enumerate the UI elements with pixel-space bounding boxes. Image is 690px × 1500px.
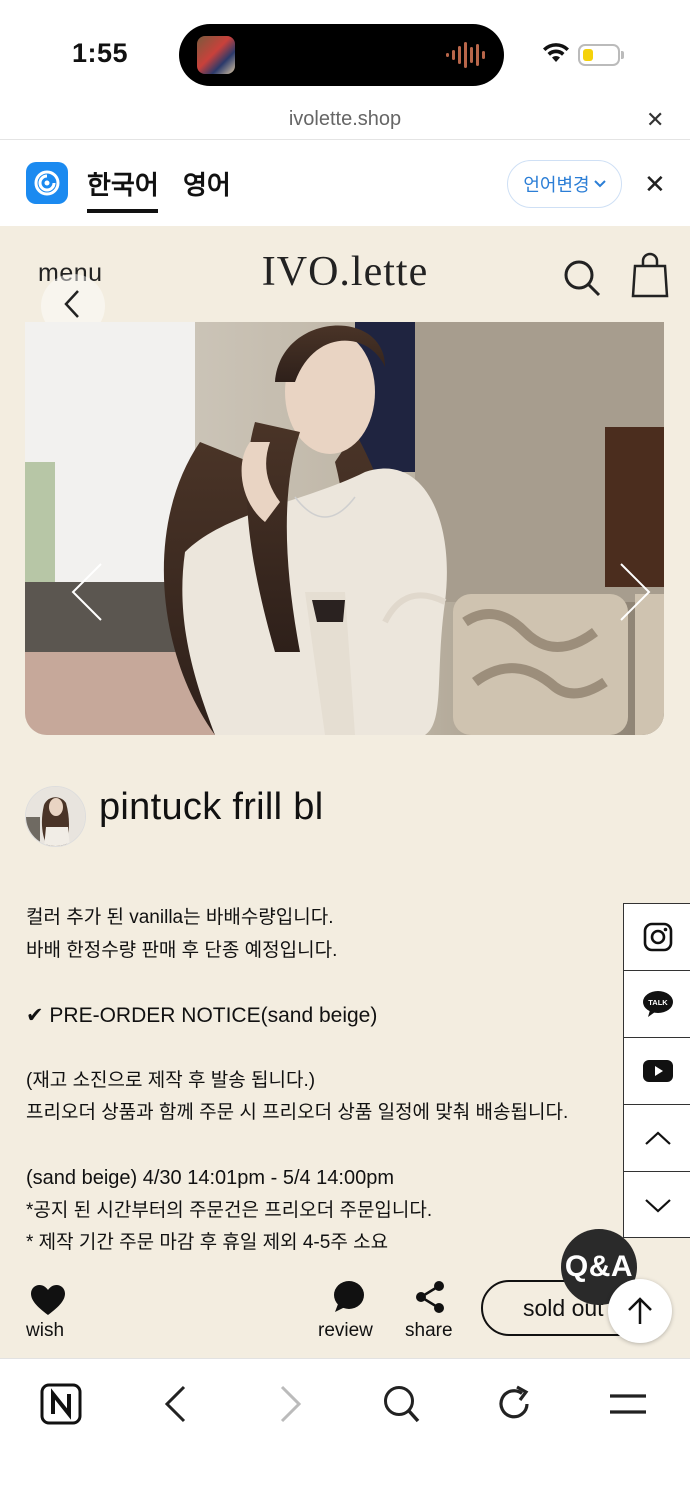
- change-language-button[interactable]: 언어변경: [507, 160, 622, 208]
- status-bar: 1:55: [0, 0, 690, 100]
- kakaotalk-link[interactable]: TALK: [624, 971, 690, 1038]
- shop-page: menu IVO.lette pintuck frill bl 컬러 추가 된 …: [0, 226, 690, 1358]
- status-time: 1:55: [72, 38, 129, 68]
- battery-nub: [621, 51, 624, 59]
- carousel-next-icon[interactable]: [615, 560, 655, 624]
- battery-icon: [578, 44, 620, 66]
- now-playing-artwork: [197, 36, 235, 74]
- youtube-icon: [642, 1060, 673, 1082]
- site-header: menu IVO.lette: [0, 226, 690, 338]
- share-icon[interactable]: [414, 1280, 446, 1314]
- naver-home-icon[interactable]: [40, 1383, 82, 1425]
- scroll-up-button[interactable]: [624, 1105, 690, 1172]
- description-line: 프리오더 상품과 함께 주문 시 프리오더 상품 일정에 맞춰 배송됩니다.: [26, 1102, 569, 1123]
- avatar: [25, 786, 86, 847]
- instagram-link[interactable]: [624, 904, 690, 971]
- chat-bubble-icon[interactable]: [333, 1280, 365, 1314]
- svg-text:TALK: TALK: [648, 998, 668, 1007]
- scroll-down-icon: [644, 1198, 671, 1212]
- side-quick-menu: TALK: [623, 903, 690, 1238]
- close-icon[interactable]: ✕: [646, 109, 664, 131]
- scroll-to-top-button[interactable]: [608, 1279, 672, 1343]
- browser-toolbar: [0, 1358, 690, 1500]
- browser-url-bar[interactable]: ivolette.shop ✕: [0, 100, 690, 140]
- translate-bar: 한국어 영어 언어변경 ✕: [0, 141, 690, 226]
- chevron-down-icon: [593, 180, 606, 188]
- heart-icon[interactable]: [30, 1284, 66, 1316]
- youtube-link[interactable]: [624, 1038, 690, 1105]
- wish-button[interactable]: wish: [26, 1320, 64, 1342]
- change-language-label: 언어변경: [523, 175, 590, 195]
- scroll-down-button[interactable]: [624, 1172, 690, 1239]
- description-line: 컬러 추가 된 vanilla는 바배수량입니다.: [26, 907, 334, 928]
- instagram-icon: [643, 922, 672, 952]
- review-button[interactable]: review: [318, 1320, 373, 1342]
- url-text[interactable]: ivolette.shop: [0, 108, 690, 131]
- description-line: 바배 한정수량 판매 후 단종 예정입니다.: [26, 939, 338, 961]
- description-line: * 제작 기간 주문 마감 후 휴일 제외 4-5주 소요: [26, 1232, 389, 1253]
- shopping-bag-icon[interactable]: [630, 252, 670, 298]
- product-title: pintuck frill bl: [99, 786, 324, 828]
- search-icon[interactable]: [562, 258, 602, 298]
- back-icon[interactable]: [160, 1383, 190, 1425]
- share-button[interactable]: share: [405, 1320, 453, 1342]
- carousel-prev-icon[interactable]: [67, 560, 107, 624]
- product-image-carousel[interactable]: [25, 322, 664, 735]
- description-line: (sand beige) 4/30 14:01pm - 5/4 14:00pm: [26, 1167, 395, 1189]
- audio-wave-icon: [446, 42, 485, 68]
- description-line: (재고 소진으로 제작 후 발송 됩니다.): [26, 1069, 316, 1091]
- preorder-notice-heading: ✔ PRE-ORDER NOTICE(sand beige): [26, 1003, 378, 1027]
- product-photo: [25, 322, 664, 735]
- description-line: *공지 된 시간부터의 주문건은 프리오더 주문입니다.: [26, 1199, 433, 1221]
- search-icon[interactable]: [381, 1383, 421, 1425]
- wifi-icon: [543, 43, 569, 62]
- product-description: 컬러 추가 된 vanilla는 바배수량입니다. 바배 한정수량 판매 후 단…: [26, 902, 606, 1260]
- scroll-up-icon: [644, 1131, 671, 1145]
- forward-icon[interactable]: [276, 1383, 306, 1425]
- kakaotalk-icon: TALK: [642, 991, 673, 1017]
- tab-english[interactable]: 영어: [183, 165, 231, 202]
- active-tab-underline: [87, 209, 158, 213]
- tab-korean[interactable]: 한국어: [87, 165, 159, 202]
- close-translate-icon[interactable]: ✕: [644, 171, 666, 197]
- menu-icon[interactable]: [608, 1383, 648, 1425]
- dynamic-island[interactable]: [179, 24, 504, 86]
- arrow-up-icon: [628, 1297, 652, 1324]
- refresh-icon[interactable]: [495, 1383, 535, 1425]
- papago-logo-icon: [26, 162, 68, 204]
